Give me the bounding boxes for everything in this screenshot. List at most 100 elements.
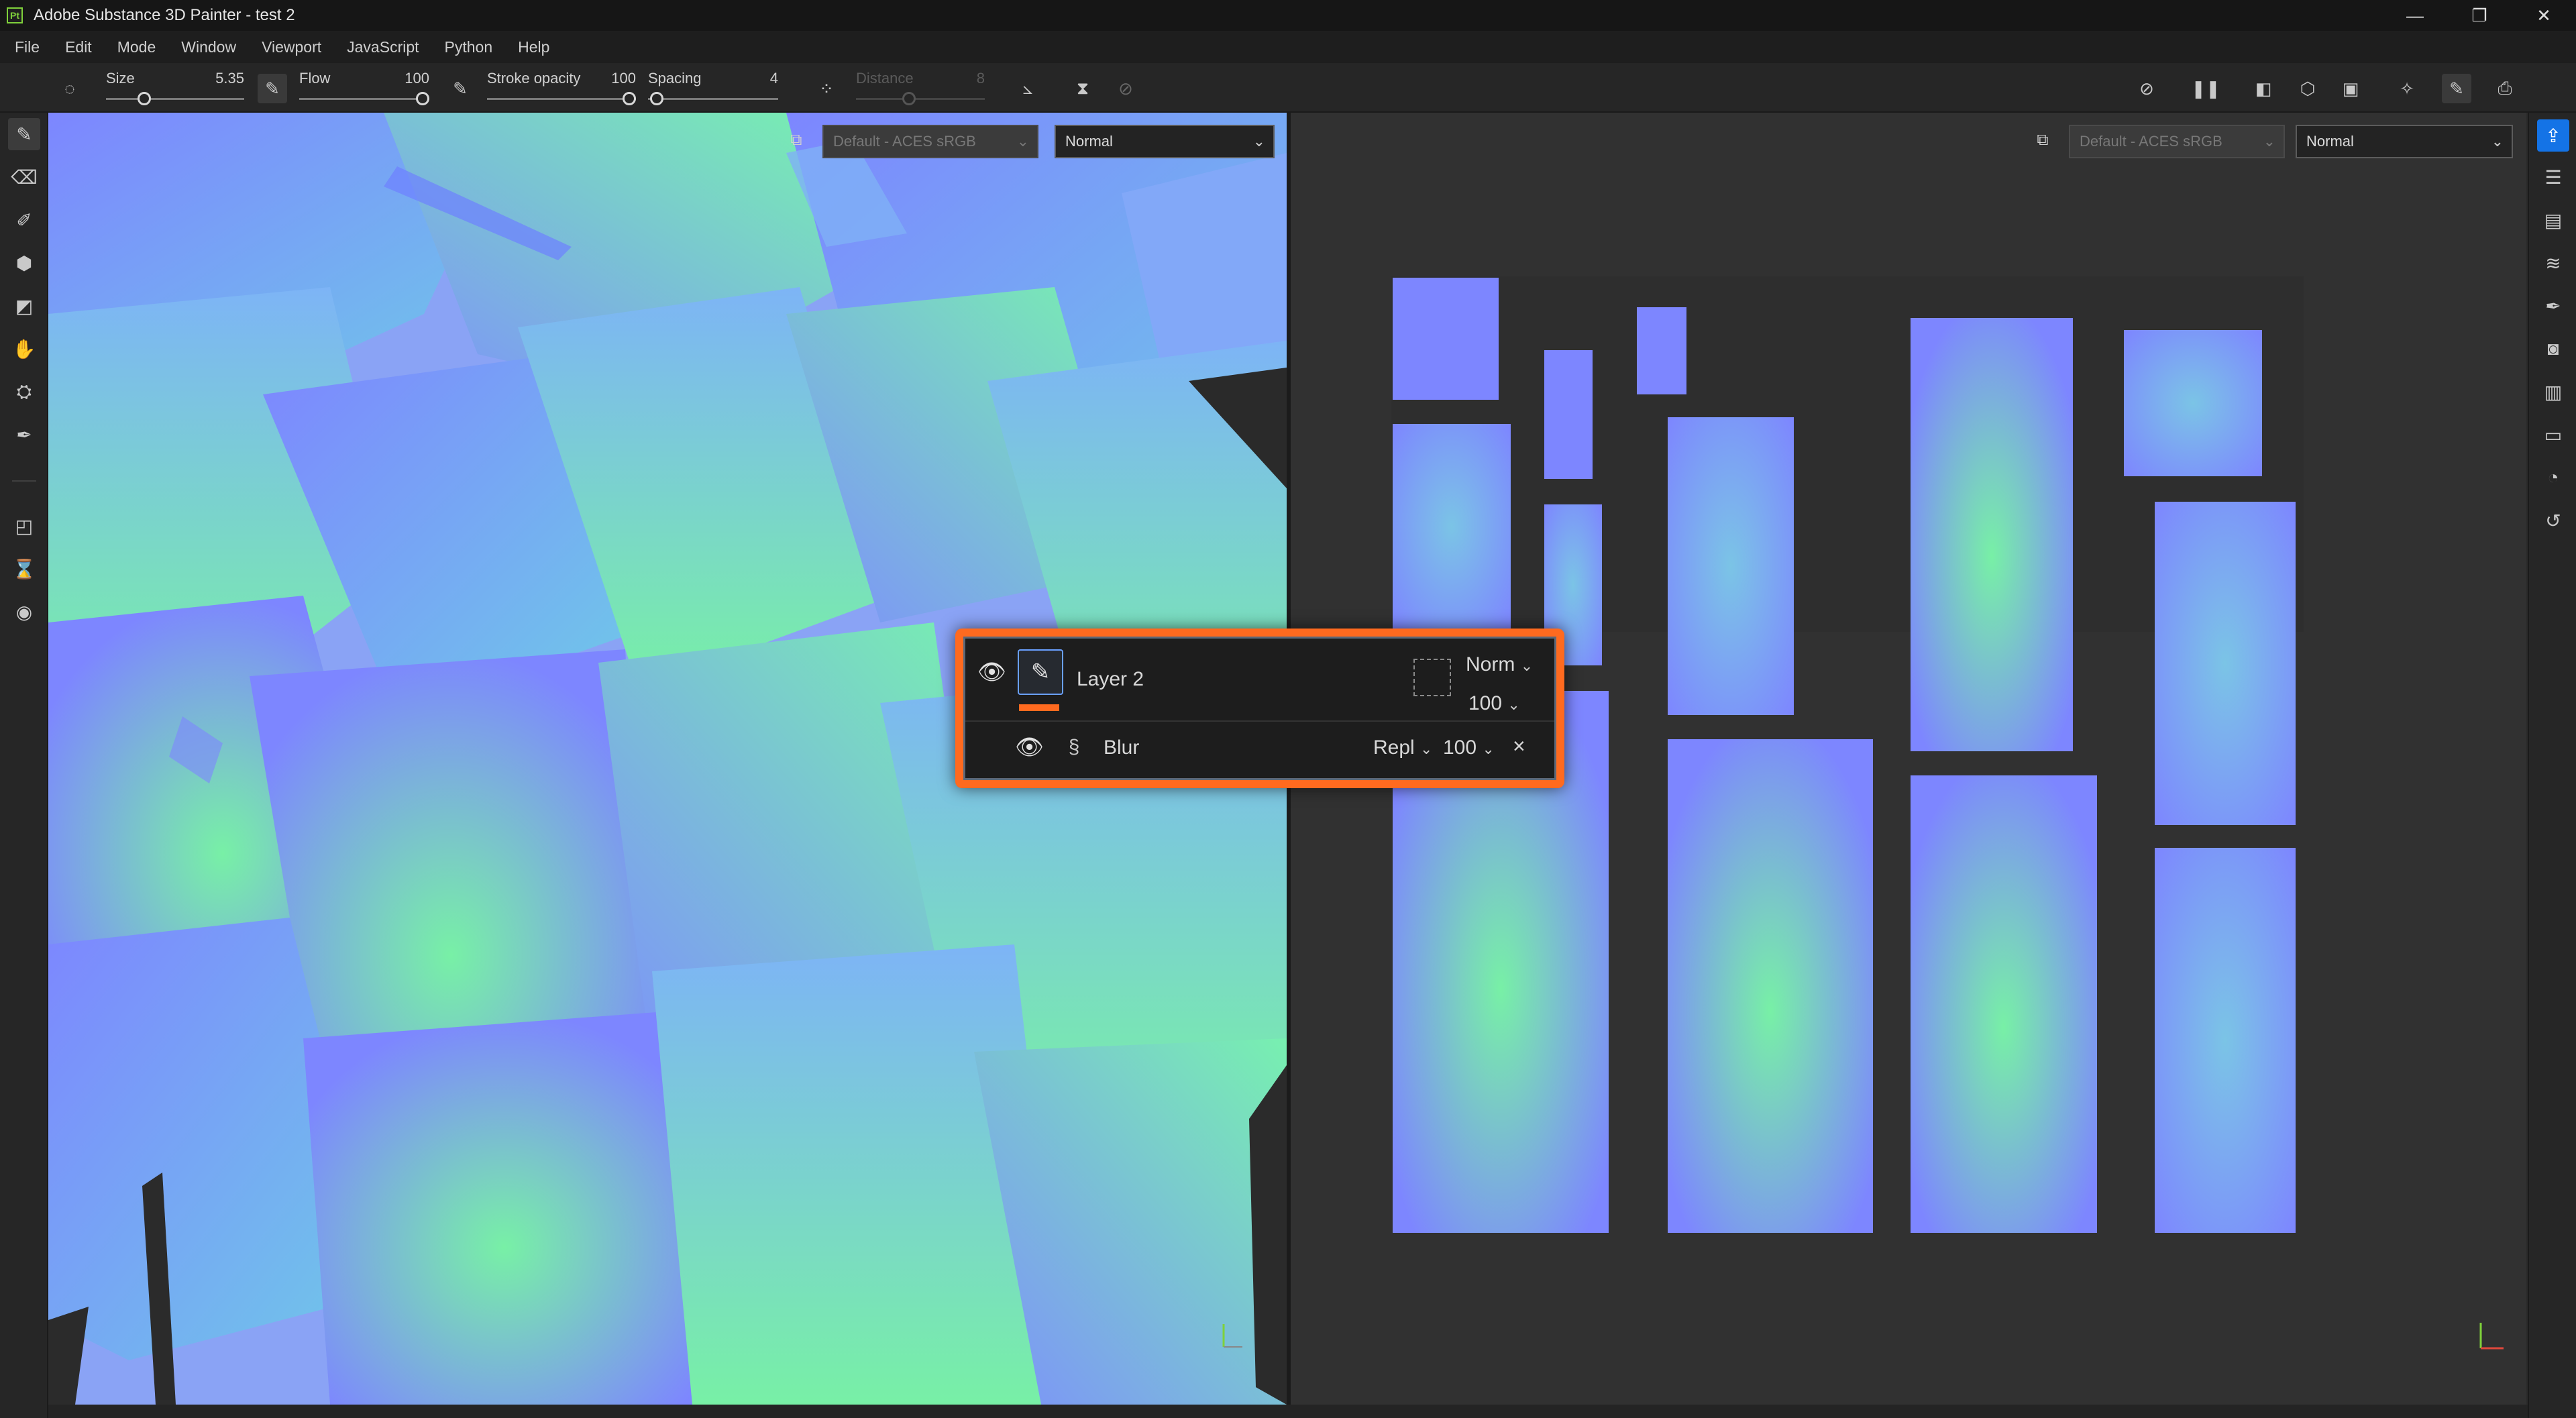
shelf-icon[interactable]: ▭: [2537, 419, 2569, 451]
spacing-slider-handle[interactable]: [650, 92, 663, 105]
stroke-opacity-slider[interactable]: Stroke opacity 100: [487, 66, 636, 110]
post-process-icon[interactable]: ✧: [2392, 74, 2422, 103]
viewport-display-icon[interactable]: ⧉: [2031, 129, 2054, 152]
chevron-down-icon: ⌄: [1482, 741, 1495, 757]
export-icon[interactable]: ⇪: [2537, 119, 2569, 152]
effect-blend-mode-dropdown[interactable]: Repl ⌄: [1373, 737, 1432, 759]
layer-blend-mode-value: Norm: [1466, 653, 1515, 675]
paint-mode-icon[interactable]: ✎: [2442, 74, 2471, 103]
stroke-pressure-icon[interactable]: ✎: [445, 74, 475, 103]
color-profile-2d-value: Default - ACES sRGB: [2080, 133, 2222, 150]
history-icon[interactable]: ↺: [2537, 504, 2569, 537]
layer-row[interactable]: 👁 ✎ Layer 2 Norm ⌄ 100 ⌄: [965, 639, 1554, 722]
right-panel-strip: ⇪ ☰ ▤ ≋ ✒ ◙ ▥ ▭ ◔ ↺: [2528, 113, 2576, 1418]
chevron-down-icon: ⌄: [2491, 133, 2504, 150]
menu-viewport[interactable]: Viewport: [254, 38, 339, 56]
display-mode-2d-value: Normal: [2306, 133, 2354, 150]
flow-value[interactable]: 100: [405, 70, 429, 87]
pause-render-icon[interactable]: ❚❚: [2191, 74, 2220, 103]
viewport-split-icon[interactable]: ◧: [2249, 74, 2278, 103]
flow-pen-pressure-icon[interactable]: ✎: [258, 74, 287, 103]
display-mode-dropdown-2d[interactable]: Normal ⌄: [2296, 125, 2513, 158]
restore-button[interactable]: ❐: [2453, 0, 2506, 31]
menu-mode[interactable]: Mode: [109, 38, 174, 56]
polygon-fill-icon[interactable]: ◩: [8, 290, 40, 322]
menu-edit[interactable]: Edit: [57, 38, 109, 56]
size-slider[interactable]: Size 5.35: [106, 66, 244, 110]
object-mode-icon[interactable]: ⬡: [2293, 74, 2322, 103]
flow-slider-handle[interactable]: [416, 92, 429, 105]
color-profile-dropdown-2d: Default - ACES sRGB ⌄: [2069, 125, 2285, 158]
layer-blend-mode-dropdown[interactable]: Norm ⌄: [1466, 653, 1533, 676]
lazy-mouse-icon[interactable]: ⁘: [812, 74, 841, 103]
effect-visibility-eye-icon[interactable]: 👁: [1015, 734, 1044, 761]
brush-settings-icon[interactable]: ✒: [2537, 290, 2569, 322]
layer-mask-placeholder[interactable]: [1413, 659, 1451, 696]
chevron-down-icon: ⌄: [1252, 133, 1265, 150]
menu-help[interactable]: Help: [510, 38, 567, 56]
brush-shape-icon[interactable]: ◌: [55, 74, 85, 103]
chevron-down-icon: ⌄: [1016, 133, 1029, 150]
effect-row[interactable]: 👁 § Blur Repl ⌄ 100 ⌄ ×: [965, 722, 1554, 778]
quick-layer-popup: 👁 ✎ Layer 2 Norm ⌄ 100 ⌄ 👁 § Blur Repl ⌄: [955, 629, 1564, 788]
layer-opacity-value: 100: [1468, 692, 1503, 714]
eraser-icon[interactable]: ⌫: [8, 161, 40, 193]
geometry-fill-icon[interactable]: ⬢: [8, 247, 40, 279]
iray-icon[interactable]: ◉: [8, 596, 40, 628]
display-settings-icon[interactable]: ◙: [2537, 333, 2569, 365]
properties-icon[interactable]: ▥: [2537, 376, 2569, 408]
material-picker-icon[interactable]: ◰: [8, 510, 40, 542]
camera-icon[interactable]: ▣: [2336, 74, 2365, 103]
spacing-slider[interactable]: Spacing 4: [648, 66, 778, 110]
layer-opacity-dropdown[interactable]: 100 ⌄: [1468, 692, 1520, 715]
chevron-down-icon: ⌄: [2263, 133, 2275, 150]
hide-overlay-icon[interactable]: ⊘: [2132, 74, 2161, 103]
left-tool-strip: ✎ ⌫ ✐ ⬢ ◩ ✋ ⛭ ✒ ◰ ⌛ ◉: [0, 113, 48, 1418]
flow-slider[interactable]: Flow 100: [299, 66, 429, 110]
symmetry-icon[interactable]: ⧗: [1068, 74, 1097, 103]
chevron-down-icon: ⌄: [1420, 741, 1433, 757]
viewer-settings-icon[interactable]: ◔: [2537, 461, 2569, 494]
axis-gizmo-2d: [2479, 1323, 2504, 1350]
smudge-icon[interactable]: ✋: [8, 333, 40, 365]
effect-opacity-dropdown[interactable]: 100 ⌄: [1443, 737, 1495, 759]
menu-window[interactable]: Window: [173, 38, 254, 56]
menu-javascript[interactable]: JavaScript: [339, 38, 436, 56]
size-slider-handle[interactable]: [138, 92, 151, 105]
screenshot-icon[interactable]: ⎙: [2490, 74, 2520, 103]
color-profile-3d-value: Default - ACES sRGB: [833, 133, 976, 150]
chevron-down-icon: ⌄: [1507, 696, 1520, 713]
layer-visibility-eye-icon[interactable]: 👁: [977, 659, 1006, 686]
angle-icon[interactable]: ⦣: [1013, 74, 1042, 103]
tool-options-bar: ◌ Size 5.35 ✎ Flow 100 ✎ Stroke opacity …: [0, 63, 2576, 113]
display-mode-dropdown-3d[interactable]: Normal ⌄: [1055, 125, 1275, 158]
paint-brush-icon[interactable]: ✎: [8, 118, 40, 150]
stroke-opacity-label: Stroke opacity: [487, 70, 581, 87]
layer-color-tag: [1019, 704, 1059, 711]
clone-icon[interactable]: ⛭: [8, 376, 40, 408]
stroke-opacity-slider-handle[interactable]: [623, 92, 636, 105]
texture-set-icon[interactable]: ▤: [2537, 204, 2569, 236]
distance-value: 8: [976, 70, 985, 87]
size-value[interactable]: 5.35: [215, 70, 244, 87]
color-picker-icon[interactable]: ✒: [8, 419, 40, 451]
paint-layer-icon[interactable]: ✎: [1018, 649, 1063, 695]
spacing-value[interactable]: 4: [770, 70, 778, 87]
viewport-display-icon[interactable]: ⧉: [785, 129, 808, 152]
effect-blend-mode-value: Repl: [1373, 737, 1415, 759]
distance-slider[interactable]: Distance 8: [856, 66, 985, 110]
close-button[interactable]: ✕: [2517, 0, 2571, 31]
layer-stack-icon[interactable]: ≋: [2537, 247, 2569, 279]
layer-name[interactable]: Layer 2: [1077, 668, 1144, 691]
projection-icon[interactable]: ✐: [8, 204, 40, 236]
menu-file[interactable]: File: [7, 38, 57, 56]
layers-icon[interactable]: ☰: [2537, 161, 2569, 193]
stroke-opacity-value[interactable]: 100: [611, 70, 636, 87]
minimize-button[interactable]: —: [2388, 0, 2442, 31]
menu-python[interactable]: Python: [437, 38, 511, 56]
display-mode-3d-value: Normal: [1065, 133, 1113, 150]
flow-label: Flow: [299, 70, 331, 87]
bake-icon: ⌛: [12, 558, 36, 580]
effect-name[interactable]: Blur: [1104, 737, 1139, 759]
remove-effect-button[interactable]: ×: [1513, 734, 1525, 759]
